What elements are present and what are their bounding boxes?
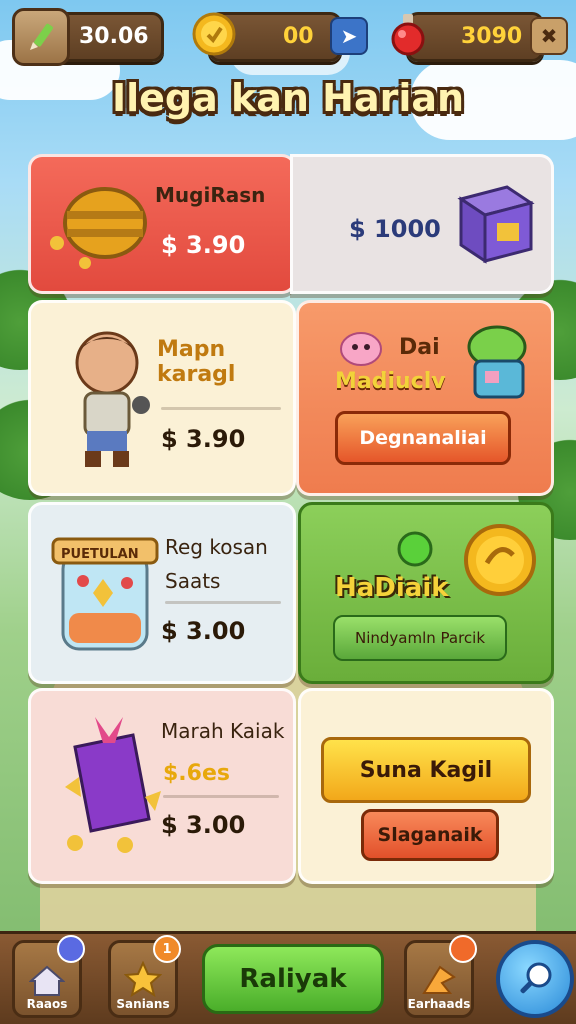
daily-claim-button[interactable]: Degnanaliai	[335, 411, 511, 465]
offer-price: $ 3.90	[161, 425, 246, 453]
offer-name: Mapn karagl	[157, 337, 236, 387]
nav-home[interactable]: Raaos	[12, 935, 85, 1018]
event-badge	[449, 935, 477, 963]
divider	[165, 601, 281, 604]
offer-name: MugiRasn	[155, 183, 266, 207]
offer-price: $ 3.00	[161, 811, 246, 839]
offer-line-1: Dai	[399, 335, 440, 360]
offer-price: $ 1000	[349, 215, 441, 243]
pink-creature-icon	[340, 332, 382, 366]
potion-icon	[382, 8, 434, 60]
offer-card-character[interactable]: Mapn karagl $ 3.90	[28, 300, 296, 496]
offer-price: $ 3.90	[161, 231, 246, 259]
green-machine-icon	[467, 325, 527, 399]
add-gem-button[interactable]: ✖	[530, 17, 568, 55]
nav-star-label: Sanians	[116, 997, 170, 1011]
offer-name-line-1: Reg kosan	[165, 535, 268, 559]
nav-event-label: Earhaads	[407, 997, 471, 1011]
top-resource-bar: 30.06 00 ➤ 3090 ✖	[8, 6, 568, 66]
flag-icon	[422, 965, 456, 994]
offer-line-2: Madiuclv	[335, 369, 446, 394]
offer-subprice: $.6es	[163, 761, 230, 786]
jar-banner-text: PUETULAN	[61, 547, 139, 562]
candy-jar-icon	[51, 537, 159, 651]
offer-name: Marah Kaiak	[161, 719, 285, 743]
center-action-button[interactable]: Raliyak	[202, 944, 384, 1014]
offer-card-crate[interactable]: $ 1000	[290, 154, 554, 294]
magnifier-icon	[520, 962, 552, 994]
search-magnifier-button[interactable]	[496, 940, 574, 1018]
star-icon	[124, 961, 162, 997]
purple-gift-icon	[65, 717, 161, 853]
offer-card-jar[interactable]: PUETULAN Reg kosan Saats $ 3.00	[28, 502, 296, 684]
offer-name-line-2: Saats	[165, 569, 221, 593]
gem-value: 3090	[461, 24, 523, 49]
coin-icon	[188, 8, 240, 60]
offer-card-marah[interactable]: Marah Kaiak $.6es $ 3.00	[28, 688, 296, 884]
bottom-nav: Raaos Sanians 1 Raliyak Earhaads	[0, 931, 576, 1024]
house-icon	[29, 965, 65, 996]
page-title: Ilega kan Harian	[111, 76, 465, 120]
divider	[161, 407, 281, 410]
treasure-barrel-icon	[50, 187, 147, 269]
offer-card-actions: Suna Kagil Slaganaik	[298, 688, 554, 884]
offer-card-mugirasn[interactable]: MugiRasn $ 3.90	[28, 154, 296, 294]
offer-price: $ 3.00	[161, 617, 246, 645]
gold-coin-icon	[464, 524, 536, 596]
green-gem-icon	[397, 531, 433, 567]
divider	[163, 795, 279, 798]
nav-home-label: Raaos	[26, 997, 68, 1011]
suna-kagil-button[interactable]: Suna Kagil	[321, 737, 531, 803]
offer-card-hadiah[interactable]: HaDiaik Nindyamln Parcik	[298, 502, 554, 684]
nav-event[interactable]: Earhaads	[404, 935, 477, 1018]
nav-star[interactable]: Sanians 1	[108, 935, 181, 1018]
hero-character-icon	[75, 331, 150, 467]
offer-name: HaDiaik	[335, 573, 449, 603]
crate-box-icon	[457, 185, 535, 264]
add-coin-button[interactable]: ➤	[330, 17, 368, 55]
home-notification-dot	[57, 935, 85, 963]
star-badge: 1	[153, 935, 181, 963]
coin-value: 00	[283, 24, 314, 49]
offer-card-daily[interactable]: Dai Madiuclv Degnanaliai	[296, 300, 554, 496]
slaganaik-button[interactable]: Slaganaik	[361, 809, 499, 861]
level-value: 30.06	[79, 24, 149, 49]
pencil-icon[interactable]	[12, 8, 70, 66]
hadiah-action-button[interactable]: Nindyamln Parcik	[333, 615, 507, 661]
